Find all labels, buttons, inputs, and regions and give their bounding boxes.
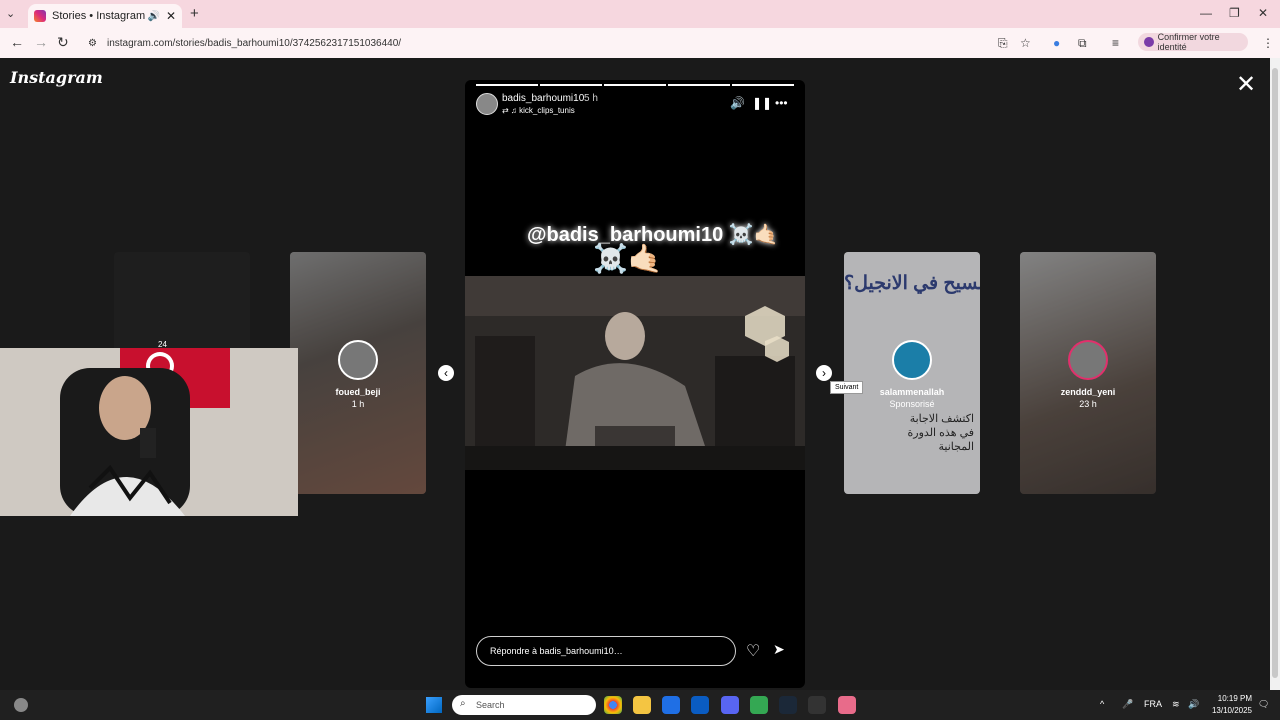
progress-segment (540, 84, 602, 86)
more-options-icon[interactable]: ••• (775, 96, 788, 110)
chrome-profile-icon[interactable] (750, 696, 768, 714)
story-card[interactable]: foued_beji 1 h (290, 252, 426, 494)
story-progress (476, 84, 794, 86)
address-bar[interactable]: ⚙ instagram.com/stories/badis_barhoumi10… (80, 31, 1130, 55)
next-story-button[interactable]: › (816, 365, 832, 381)
progress-segment (604, 84, 666, 86)
story-card[interactable]: هو المسيح في الانجيل؟ salammenallah Spon… (844, 252, 980, 494)
scrollbar-thumb[interactable] (1272, 68, 1278, 678)
browser-titlebar: ⌄ Stories • Instagram 🔊 ✕ + — ❐ ✕ (0, 0, 1280, 28)
windows-start-icon[interactable] (426, 697, 442, 713)
windows-taskbar: Search ⌕ ^ 🎤 FRA ≋ 🔊 10:19 PM 13/10/2025… (0, 690, 1280, 720)
file-explorer-icon[interactable] (633, 696, 651, 714)
menu-dots-icon[interactable]: ⋮ (1262, 36, 1274, 50)
card-time: 23 h (1079, 399, 1097, 409)
taskbar-clock[interactable]: 10:19 PM 13/10/2025 (1206, 693, 1252, 717)
close-stories-icon[interactable]: ✕ (1236, 70, 1256, 99)
progress-segment (668, 84, 730, 86)
volume-tray-icon[interactable]: 🔊 (1188, 699, 1199, 710)
card-username: salammenallah (879, 387, 945, 397)
steam-icon[interactable] (779, 696, 797, 714)
shared-from-username: kick_clips_tunis (519, 106, 575, 115)
bookmark-star-icon[interactable]: ☆ (1020, 36, 1031, 50)
previous-story-button[interactable]: ‹ (438, 365, 454, 381)
minimize-icon[interactable]: — (1200, 6, 1212, 20)
url-text: instagram.com/stories/badis_barhoumi10/3… (106, 37, 402, 49)
microphone-icon[interactable]: 🎤 (1122, 699, 1133, 710)
maximize-icon[interactable]: ❐ (1229, 6, 1240, 20)
story-time: 5 h (584, 93, 598, 104)
repost-icon: ⇄ ♫ (502, 106, 520, 115)
next-tooltip: Suivant (830, 381, 864, 394)
notification-icon[interactable]: 🗨 (1258, 699, 1269, 710)
avatar (892, 340, 932, 380)
store-icon[interactable] (662, 696, 680, 714)
send-icon[interactable]: ➤ (773, 641, 785, 658)
caption-emoji-line: ☠️🤙🏻 (593, 243, 663, 274)
close-window-icon[interactable]: ✕ (1258, 6, 1268, 20)
progress-segment (732, 84, 794, 86)
install-icon[interactable]: ⎘ (998, 36, 1008, 51)
chrome-icon[interactable] (604, 696, 622, 714)
ad-headline: هو المسيح في الانجيل؟ (844, 273, 980, 294)
clock-date: 13/10/2025 (1211, 706, 1252, 715)
new-tab-button[interactable]: + (190, 5, 199, 22)
discord-icon[interactable] (721, 696, 739, 714)
pause-icon[interactable]: ❚❚ (752, 96, 772, 110)
speaker-icon[interactable]: 🔊 (147, 11, 159, 22)
story-username[interactable]: badis_barhoumi10 (502, 93, 584, 104)
card-time: Sponsorisé (889, 399, 935, 409)
instagram-favicon-icon (34, 10, 46, 22)
back-icon[interactable]: ← (10, 34, 24, 50)
obs-icon[interactable] (808, 696, 826, 714)
profile-label: Confirmer votre identité (1157, 32, 1220, 52)
tab-title: Stories • Instagram (52, 10, 146, 22)
story-viewer[interactable]: badis_barhoumi10 5 h ⇄ ♫ kick_clips_tuni… (465, 80, 805, 688)
avatar (1068, 340, 1108, 380)
extensions-puzzle-icon[interactable]: ⧉ (1078, 36, 1087, 51)
story-photo (465, 276, 805, 470)
page-scrollbar[interactable] (1270, 58, 1280, 690)
card-username: zenddd_yeni (1060, 387, 1116, 397)
close-tab-icon[interactable]: ✕ (166, 9, 176, 23)
chevron-up-icon[interactable]: ^ (1100, 699, 1104, 709)
shared-from[interactable]: ⇄ ♫ kick_clips_tunis (502, 106, 575, 115)
forward-icon[interactable]: → (34, 34, 48, 50)
caption-emoji: ☠️🤙🏻 (728, 224, 779, 246)
story-card[interactable]: zenddd_yeni 23 h (1020, 252, 1156, 494)
profile-button[interactable]: Confirmer votre identité (1138, 32, 1248, 52)
webcam-overlay (0, 348, 298, 516)
webcam-image (0, 348, 298, 516)
instagram-logo[interactable]: Instagram (10, 68, 103, 87)
tab-search-icon[interactable]: ⌄ (6, 7, 15, 20)
ad-subtext: اكتشف الاجابة في هذه الدورة المجانية (907, 413, 974, 453)
profile-avatar-icon (1144, 37, 1154, 47)
clock-time: 10:19 PM (1217, 694, 1252, 703)
browser-toolbar: ← → ↻ ⚙ instagram.com/stories/badis_barh… (0, 28, 1280, 58)
browser-tab[interactable]: Stories • Instagram 🔊 ✕ (28, 4, 182, 28)
language-indicator[interactable]: FRA (1144, 699, 1162, 709)
taskbar-search[interactable]: Search (452, 695, 596, 715)
reply-input[interactable]: Répondre à badis_barhoumi10… (476, 636, 736, 666)
card-time: 1 h (351, 399, 365, 409)
reload-icon[interactable]: ↻ (57, 34, 69, 51)
wifi-icon[interactable]: ≋ (1172, 699, 1180, 710)
outlook-icon[interactable] (691, 696, 709, 714)
progress-segment (476, 84, 538, 86)
site-info-icon[interactable]: ⚙ (88, 38, 97, 49)
widgets-icon[interactable] (14, 698, 28, 712)
card-username: foued_beji (335, 387, 381, 397)
search-icon: ⌕ (460, 698, 466, 709)
like-heart-icon[interactable]: ♡ (746, 641, 760, 661)
extension-icon[interactable]: ● (1053, 36, 1060, 50)
avatar (338, 340, 378, 380)
story-photo-art (465, 276, 805, 470)
reading-list-icon[interactable]: ≡ (1112, 36, 1119, 50)
chrome-active-icon[interactable] (838, 696, 856, 714)
volume-icon[interactable]: 🔊 (730, 96, 745, 110)
avatar[interactable] (476, 93, 498, 115)
